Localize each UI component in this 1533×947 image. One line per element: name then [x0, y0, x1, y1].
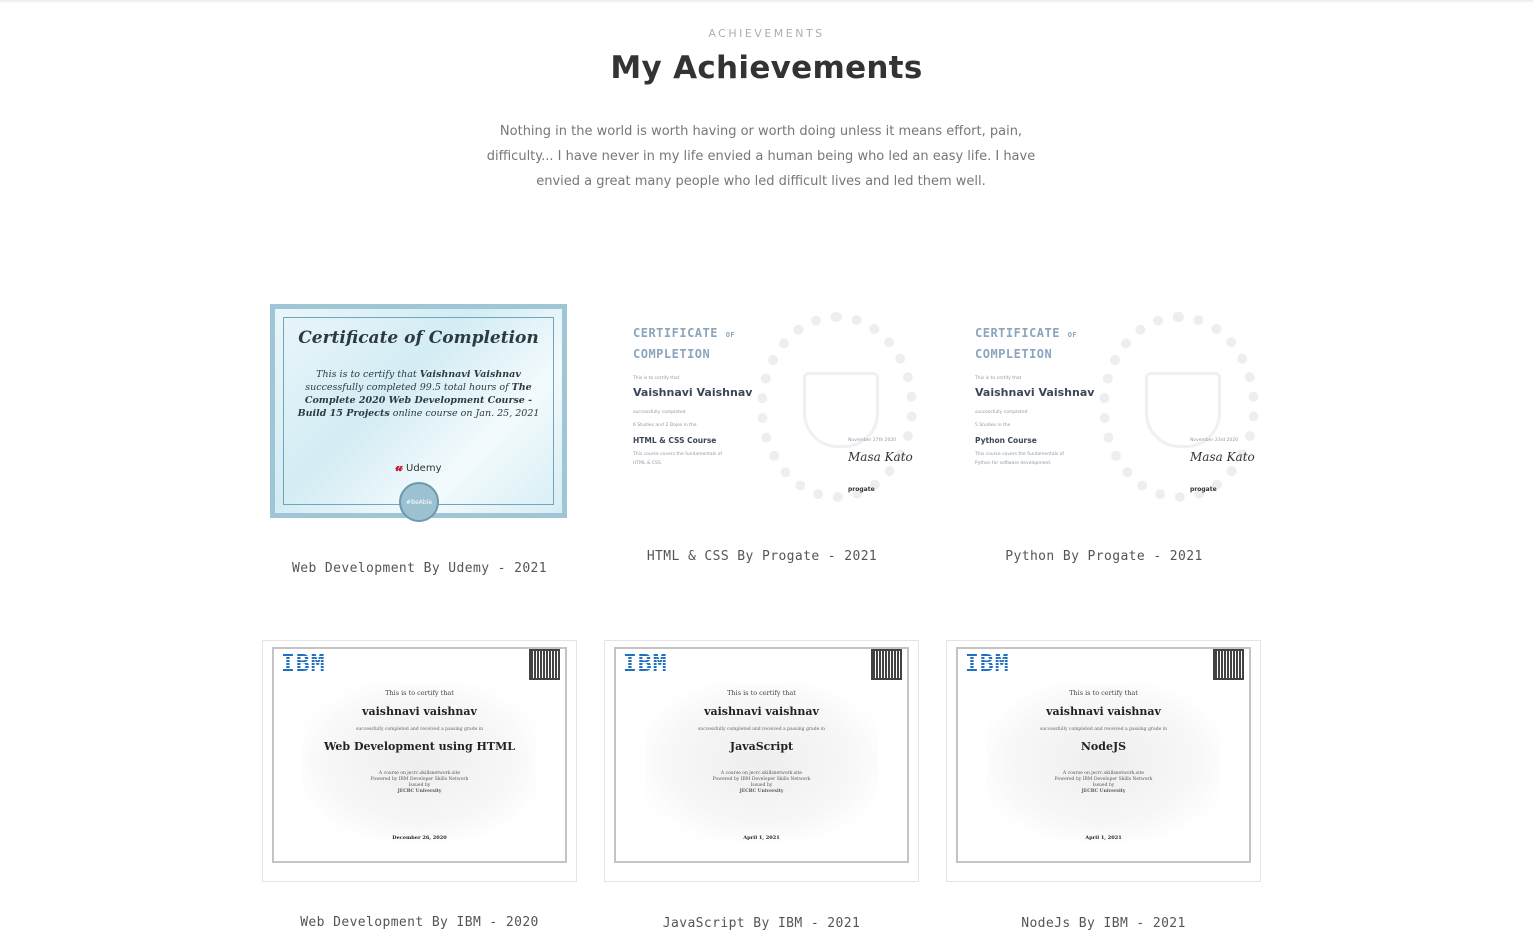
recipient-name: vaishnavi vaishnav	[704, 705, 819, 718]
recipient-name: Vaishnavi Vaishnav	[633, 386, 753, 399]
course-name: NodeJS	[1080, 740, 1127, 753]
qr-code-icon	[871, 649, 902, 680]
udemy-logo: 𝓊 Udemy	[395, 460, 442, 475]
recipient-name: Vaishnavi Vaishnav	[975, 386, 1095, 399]
recipient-name: vaishnavi vaishnav	[362, 705, 477, 718]
certificate-image-ibm-web[interactable]: IBM This is to certify that vaishnavi va…	[262, 640, 577, 882]
ibm-logo: IBM	[623, 651, 668, 677]
qr-code-icon	[1213, 649, 1244, 680]
achievement-caption: Web Development By Udemy - 2021	[291, 561, 548, 576]
certificate-body: This is to certify that Vaishnavi Vaishn…	[297, 369, 540, 419]
progate-logo: progate	[1190, 486, 1217, 493]
achievement-caption: JavaScript By IBM - 2021	[662, 916, 861, 931]
achievement-caption: HTML & CSS By Progate - 2021	[646, 549, 878, 564]
certificate-image-progate-python[interactable]: CERTIFICATE OF COMPLETION This is to cert…	[947, 302, 1261, 510]
certificate-date: April 1, 2021	[743, 835, 780, 841]
signature: Masa Kato	[1190, 450, 1255, 464]
achievement-caption: NodeJs By IBM - 2021	[1021, 916, 1186, 931]
signature: Masa Kato	[848, 450, 913, 464]
certificate-image-progate-html[interactable]: CERTIFICATE OF COMPLETION This is to cert…	[605, 302, 919, 510]
shield-icon	[1145, 372, 1221, 448]
course-name: HTML & CSS Course	[633, 436, 717, 445]
certificate-title: CERTIFICATE OF COMPLETION	[633, 326, 736, 361]
progate-logo: progate	[848, 486, 875, 493]
course-name: JavaScript	[729, 740, 794, 753]
section-eyebrow: ACHIEVEMENTS	[708, 27, 825, 40]
certificate-image-udemy[interactable]: Certificate of Completion This is to cer…	[268, 302, 569, 522]
certificate-title: Certificate of Completion	[298, 328, 539, 348]
qr-code-icon	[529, 649, 560, 680]
certificate-image-ibm-nodejs[interactable]: IBM This is to certify that vaishnavi va…	[946, 640, 1261, 882]
certificate-title: CERTIFICATE OF COMPLETION	[975, 326, 1078, 361]
ibm-logo: IBM	[281, 651, 326, 677]
section-title: My Achievements	[610, 50, 923, 86]
section-quote: Nothing in the world is worth having or …	[486, 124, 1036, 189]
certificate-image-ibm-javascript[interactable]: IBM This is to certify that vaishnavi va…	[604, 640, 919, 882]
shield-icon	[803, 372, 879, 448]
achievement-caption: Python By Progate - 2021	[1005, 549, 1203, 564]
course-name: Python Course	[975, 436, 1037, 445]
course-name: Web Development using HTML	[323, 740, 516, 753]
achievement-caption: Web Development By IBM - 2020	[300, 915, 539, 930]
top-shadow	[0, 0, 1533, 3]
badge-icon: #BeAble	[399, 482, 439, 522]
certificate-date: April 1, 2021	[1085, 835, 1122, 841]
ibm-logo: IBM	[965, 651, 1010, 677]
recipient-name: vaishnavi vaishnav	[1046, 705, 1161, 718]
certificate-date: December 26, 2020	[392, 835, 447, 841]
